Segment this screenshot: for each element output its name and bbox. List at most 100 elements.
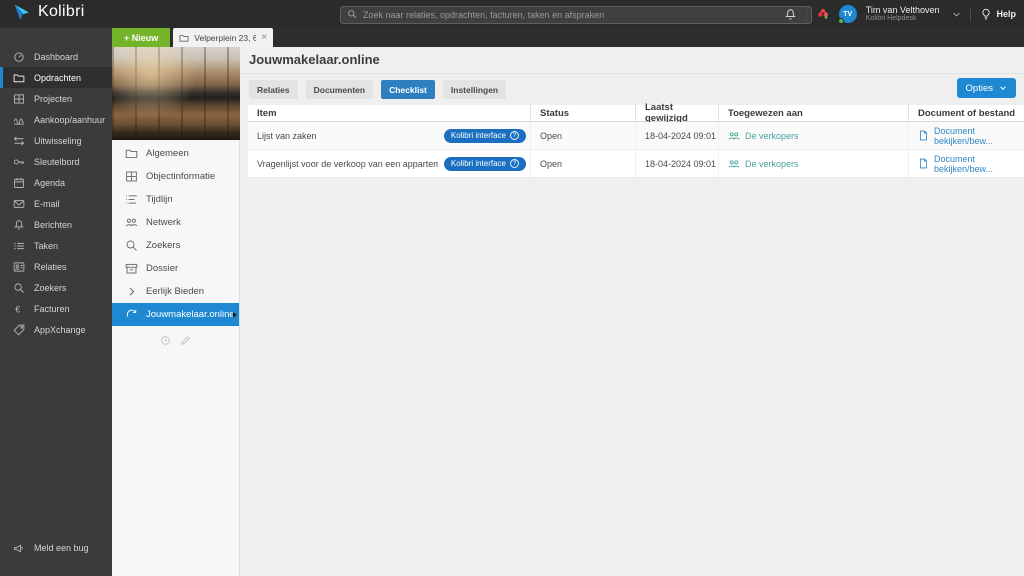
- sidebar-item-facturen[interactable]: € Facturen: [0, 298, 112, 319]
- help-circle-icon: ?: [510, 131, 519, 140]
- subnav-item-label: Objectinformatie: [146, 171, 215, 182]
- item-cell: Lijst van zaken Kolibri interface ?: [248, 122, 530, 150]
- grid-icon: [13, 93, 25, 105]
- new-button[interactable]: + Nieuw: [112, 28, 170, 47]
- table-row: Vragenlijst voor de verkoop van een appa…: [248, 150, 1024, 178]
- app-window: Kolibri TV Tim van Velthoven Kolibri Hel…: [0, 0, 1024, 576]
- document-icon: [918, 158, 929, 169]
- sidebar-item-sleutelbord[interactable]: Sleutelbord: [0, 151, 112, 172]
- sidebar-item-taken[interactable]: Taken: [0, 235, 112, 256]
- sidebar-item-label: Taken: [34, 241, 58, 251]
- open-document-tab[interactable]: Velperplein 23, 68... ×: [173, 28, 273, 47]
- logo-text: Kolibri: [38, 3, 85, 21]
- subnav-tools: [112, 335, 239, 346]
- folder-icon: [125, 147, 138, 160]
- dashboard-icon: [13, 51, 25, 63]
- subnav-item-netwerk[interactable]: Netwerk: [112, 211, 239, 234]
- assigned-cell: De verkopers: [718, 150, 908, 178]
- search-icon: [347, 9, 357, 19]
- signature-icon: [13, 114, 25, 126]
- sidebar-item-appxchange[interactable]: AppXchange: [0, 319, 112, 340]
- document-link-label: Document bekijken/bew...: [934, 154, 1024, 174]
- document-link[interactable]: Document bekijken/bew...: [918, 126, 1024, 146]
- column-header-toegewezen-aan: Toegewezen aan: [718, 105, 908, 122]
- item-title: Lijst van zaken: [257, 131, 317, 141]
- close-tab-icon[interactable]: ×: [261, 33, 267, 43]
- assigned-cell: De verkopers: [718, 122, 908, 150]
- opties-button[interactable]: Opties: [957, 78, 1016, 98]
- main-content: Jouwmakelaar.online Relaties Documenten …: [240, 47, 1024, 576]
- column-header-item: Item: [248, 105, 530, 122]
- chevron-down-icon[interactable]: [952, 10, 961, 19]
- notifications-bell-icon[interactable]: [784, 8, 797, 21]
- column-header-document: Document of bestand: [908, 105, 1024, 122]
- people-icon: [728, 158, 740, 170]
- tab-checklist[interactable]: Checklist: [381, 80, 435, 99]
- document-link[interactable]: Document bekijken/bew...: [918, 154, 1024, 174]
- red-flower-icon[interactable]: [816, 7, 830, 21]
- subnav-item-algemeen[interactable]: Algemeen: [112, 142, 239, 165]
- subnav-item-tijdlijn[interactable]: Tijdlijn: [112, 188, 239, 211]
- global-search-input[interactable]: [340, 6, 812, 24]
- kolibri-interface-badge[interactable]: Kolibri interface ?: [444, 129, 526, 143]
- property-photo[interactable]: [112, 47, 240, 140]
- sidebar-item-email[interactable]: E-mail: [0, 193, 112, 214]
- topbar-divider: [970, 7, 971, 22]
- tab-label: Velperplein 23, 68...: [194, 33, 256, 43]
- megaphone-icon: [13, 542, 25, 554]
- sidebar-item-zoekers[interactable]: Zoekers: [0, 277, 112, 298]
- sidebar-item-label: AppXchange: [34, 325, 86, 335]
- folder-icon: [179, 33, 189, 43]
- sidebar-item-meld-een-bug[interactable]: Meld een bug: [0, 537, 112, 558]
- kolibri-logo[interactable]: Kolibri: [10, 2, 85, 21]
- assigned-link[interactable]: De verkopers: [728, 130, 799, 142]
- sidebar-item-berichten[interactable]: Berichten: [0, 214, 112, 235]
- assigned-link[interactable]: De verkopers: [728, 158, 799, 170]
- sidebar-item-label: Opdrachten: [34, 73, 81, 83]
- people-icon: [728, 130, 740, 142]
- document-cell: Document bekijken/bew...: [908, 122, 1024, 150]
- sidebar-item-aankoop-aanhuur[interactable]: Aankoop/aanhuur: [0, 109, 112, 130]
- page-title: Jouwmakelaar.online: [249, 52, 380, 67]
- document-icon: [918, 130, 929, 141]
- sidebar-item-uitwisseling[interactable]: Uitwisseling: [0, 130, 112, 151]
- subnav-item-eerlijk-bieden[interactable]: Eerlijk Bieden: [112, 280, 239, 303]
- user-avatar[interactable]: TV: [839, 5, 857, 23]
- edit-pencil-icon[interactable]: [180, 335, 191, 346]
- subnav-item-zoekers[interactable]: Zoekers: [112, 234, 239, 257]
- sidebar-item-relaties[interactable]: Relaties: [0, 256, 112, 277]
- euro-icon: €: [13, 303, 25, 315]
- sidebar-item-label: Agenda: [34, 178, 65, 188]
- subnav-item-label: Eerlijk Bieden: [146, 286, 204, 297]
- subnav-item-objectinformatie[interactable]: Objectinformatie: [112, 165, 239, 188]
- user-menu[interactable]: Tim van Velthoven Kolibri Helpdesk: [866, 5, 940, 23]
- content-tabs: Relaties Documenten Checklist Instelling…: [249, 80, 506, 99]
- sidebar-item-projecten[interactable]: Projecten: [0, 88, 112, 109]
- sidebar-item-dashboard[interactable]: Dashboard: [0, 46, 112, 67]
- item-cell: Vragenlijst voor de verkoop van een appa…: [248, 150, 530, 178]
- archive-icon: [125, 262, 138, 275]
- table-row: Lijst van zaken Kolibri interface ? Open…: [248, 122, 1024, 150]
- tab-instellingen[interactable]: Instellingen: [443, 80, 506, 99]
- calendar-icon: [13, 177, 25, 189]
- status-cell: Open: [530, 122, 635, 150]
- tab-relaties[interactable]: Relaties: [249, 80, 298, 99]
- subnav-item-jouwmakelaar-online[interactable]: Jouwmakelaar.online: [112, 303, 239, 326]
- document-link-label: Document bekijken/bew...: [934, 126, 1024, 146]
- history-clock-icon[interactable]: [160, 335, 171, 346]
- subnav-item-dossier[interactable]: Dossier: [112, 257, 239, 280]
- search-icon: [125, 239, 138, 252]
- avatar-initials: TV: [843, 11, 852, 18]
- column-header-status: Status: [530, 105, 635, 122]
- sidebar-item-agenda[interactable]: Agenda: [0, 172, 112, 193]
- subnav-items: Algemeen Objectinformatie Tijdlijn Netwe…: [112, 142, 239, 326]
- help-button[interactable]: Help: [980, 8, 1016, 20]
- topbar-divider: [806, 7, 807, 22]
- kolibri-interface-badge[interactable]: Kolibri interface ?: [444, 157, 526, 171]
- column-header-laatst-gewijzigd: Laatst gewijzigd: [635, 105, 718, 122]
- opties-label: Opties: [966, 83, 993, 94]
- status-cell: Open: [530, 150, 635, 178]
- tab-documenten[interactable]: Documenten: [306, 80, 373, 99]
- subnav-item-label: Jouwmakelaar.online: [146, 309, 235, 320]
- sidebar-item-opdrachten[interactable]: Opdrachten: [0, 67, 112, 88]
